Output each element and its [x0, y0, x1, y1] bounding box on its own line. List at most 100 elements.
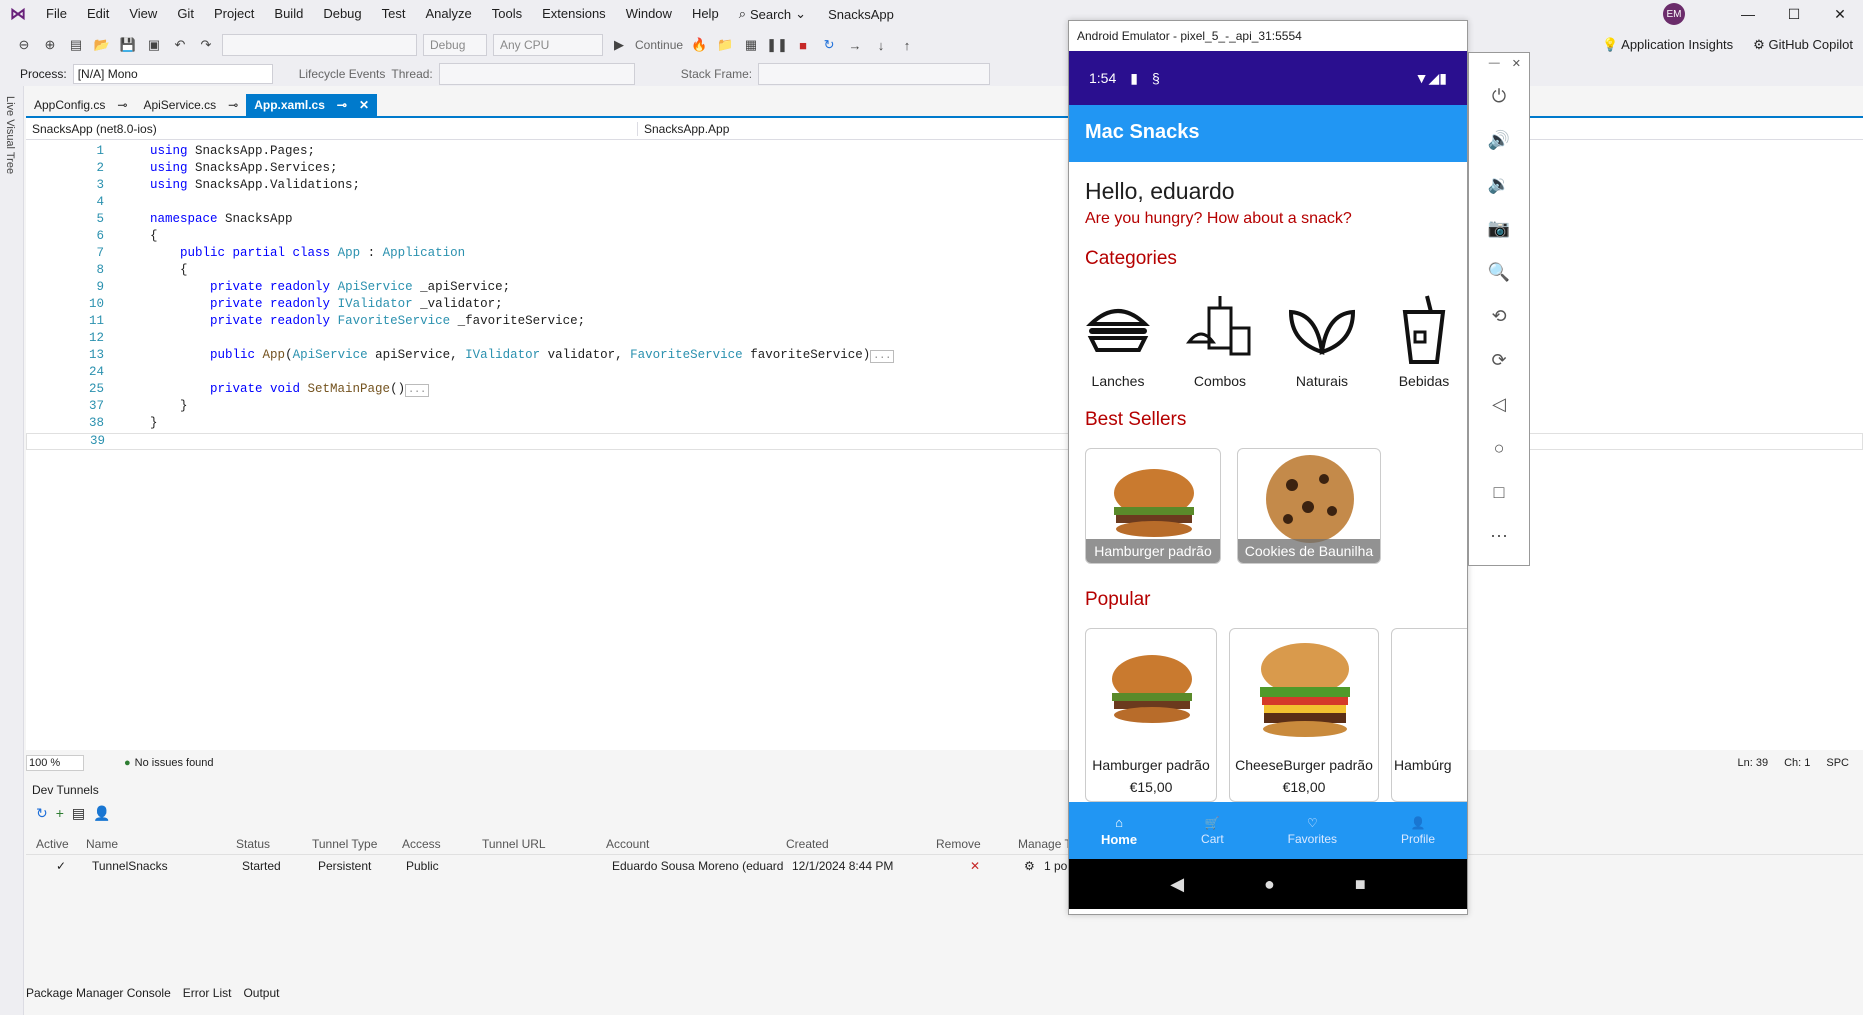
redo-icon[interactable]: ↷ — [196, 35, 216, 55]
stack-frame-dropdown[interactable] — [758, 63, 991, 85]
menu-analyze[interactable]: Analyze — [415, 0, 481, 28]
vs-logo-icon[interactable]: ⋈ — [0, 0, 36, 28]
nav-favorites[interactable]: ♡ Favorites — [1288, 816, 1337, 846]
tunnel-list-icon[interactable]: ▤ — [72, 805, 85, 827]
account-icon[interactable]: 👤 — [93, 805, 110, 827]
zoom-dropdown[interactable]: 100 % — [26, 755, 84, 771]
nav-home[interactable]: ⌂ Home — [1101, 815, 1137, 847]
pause-icon[interactable]: ❚❚ — [766, 35, 788, 55]
open-icon[interactable]: 📂 — [92, 35, 112, 55]
category-naturais[interactable]: Naturais — [1279, 292, 1365, 389]
zoom-icon[interactable]: 🔍 — [1469, 250, 1529, 294]
thread-dropdown[interactable] — [438, 63, 635, 85]
maximize-icon[interactable]: ☐ — [1771, 6, 1817, 23]
overview-icon[interactable]: □ — [1469, 470, 1529, 514]
restart-icon[interactable]: ↻ — [819, 35, 839, 55]
search-button[interactable]: ⌕ Search ⌄ — [729, 6, 816, 22]
layout-icon[interactable]: ▦ — [741, 35, 761, 55]
remove-icon[interactable]: ✕ — [970, 859, 980, 873]
minimize-icon[interactable]: — — [1725, 6, 1771, 22]
step-out-icon[interactable]: ↑ — [897, 35, 917, 55]
minimize-icon[interactable]: — — [1489, 57, 1500, 70]
save-all-icon[interactable]: ▣ — [144, 35, 164, 55]
menu-file[interactable]: File — [36, 0, 77, 28]
popular-card[interactable]: CheeseBurger padrão €18,00 — [1229, 628, 1379, 802]
menu-help[interactable]: Help — [682, 0, 729, 28]
live-visual-tree-tab[interactable]: Live Visual Tree — [4, 96, 16, 174]
volume-down-icon[interactable]: 🔉 — [1469, 162, 1529, 206]
forward-icon[interactable]: ⊕ — [40, 35, 60, 55]
save-icon[interactable]: 💾 — [118, 35, 138, 55]
back-icon[interactable]: ◁ — [1469, 382, 1529, 426]
menu-git[interactable]: Git — [167, 0, 204, 28]
app-insights-button[interactable]: 💡 Application Insights — [1602, 37, 1733, 53]
pin-icon[interactable]: ⊸ — [117, 98, 127, 112]
issues-status[interactable]: No issues found — [135, 757, 214, 769]
new-item-icon[interactable]: ▤ — [66, 35, 86, 55]
lifecycle-events-button[interactable]: Lifecycle Events — [299, 67, 386, 81]
tab-package-manager-console[interactable]: Package Manager Console — [26, 986, 171, 1006]
rotate-left-icon[interactable]: ⟲ — [1469, 294, 1529, 338]
more-icon[interactable]: ⋯ — [1469, 514, 1529, 558]
menu-debug[interactable]: Debug — [313, 0, 371, 28]
menu-window[interactable]: Window — [616, 0, 682, 28]
popular-card[interactable]: Hambúrg — [1391, 628, 1467, 802]
close-icon[interactable]: ✕ — [359, 98, 369, 112]
table-row[interactable]: ✓ TunnelSnacks Started Persistent Public… — [26, 855, 1863, 877]
tab-apiservice[interactable]: ApiService.cs ⊸ — [135, 94, 246, 116]
category-lanches[interactable]: Lanches — [1075, 292, 1161, 389]
step-over-icon[interactable]: → — [845, 35, 865, 55]
menu-project[interactable]: Project — [204, 0, 264, 28]
project-dropdown[interactable]: SnacksApp (net8.0-ios) — [26, 121, 638, 136]
close-icon[interactable]: ✕ — [1817, 6, 1863, 23]
solution-config-dropdown[interactable] — [222, 34, 417, 56]
close-icon[interactable]: ✕ — [1512, 57, 1521, 70]
popular-card[interactable]: Hamburger padrão €15,00 — [1085, 628, 1217, 802]
column-header: Account — [606, 837, 650, 851]
category-combos[interactable]: Combos — [1177, 292, 1263, 389]
continue-button[interactable]: Continue — [635, 38, 683, 52]
power-icon[interactable]: ⏻ — [1469, 74, 1529, 118]
refresh-icon[interactable]: ↻ — [36, 805, 48, 827]
category-bebidas[interactable]: Bebidas — [1381, 292, 1467, 389]
process-dropdown[interactable]: [N/A] Mono — [72, 64, 273, 84]
menu-extensions[interactable]: Extensions — [532, 0, 616, 28]
rotate-right-icon[interactable]: ⟳ — [1469, 338, 1529, 382]
copilot-button[interactable]: ⚙ GitHub Copilot — [1753, 37, 1853, 53]
tab-error-list[interactable]: Error List — [183, 986, 232, 1006]
gear-icon[interactable]: ⚙ — [1024, 859, 1035, 873]
volume-up-icon[interactable]: 🔊 — [1469, 118, 1529, 162]
stop-icon[interactable]: ■ — [793, 35, 813, 55]
pin-icon[interactable]: ⊸ — [337, 98, 347, 112]
menu-edit[interactable]: Edit — [77, 0, 119, 28]
play-icon[interactable]: ▶ — [609, 35, 629, 55]
home-icon[interactable]: ○ — [1469, 426, 1529, 470]
tab-appconfig[interactable]: AppConfig.cs ⊸ — [26, 94, 135, 116]
hot-reload-icon[interactable]: 🔥 — [689, 35, 709, 55]
add-icon[interactable]: + — [56, 805, 64, 827]
pin-icon[interactable]: ⊸ — [228, 98, 238, 112]
back-triangle-icon[interactable]: ◀ — [1170, 874, 1184, 895]
tab-output[interactable]: Output — [243, 986, 279, 1006]
recents-square-icon[interactable]: ■ — [1355, 874, 1366, 895]
menu-build[interactable]: Build — [264, 0, 313, 28]
config-dropdown[interactable]: Debug — [423, 34, 487, 56]
nav-cart[interactable]: 🛒 Cart — [1201, 816, 1224, 846]
best-seller-card[interactable]: Cookies de Baunilha — [1237, 448, 1381, 564]
code-editor[interactable]: 1 using SnacksApp.Pages; 2 using SnacksApp… — [26, 140, 1863, 750]
platform-dropdown[interactable]: Any CPU — [493, 34, 603, 56]
menu-tools[interactable]: Tools — [482, 0, 532, 28]
camera-icon[interactable]: 📷 — [1469, 206, 1529, 250]
nav-profile[interactable]: 👤 Profile — [1401, 816, 1435, 846]
tab-app-xaml-cs[interactable]: App.xaml.cs ⊸ ✕ — [246, 94, 378, 116]
step-into-icon[interactable]: ↓ — [871, 35, 891, 55]
menu-view[interactable]: View — [119, 0, 167, 28]
home-circle-icon[interactable]: ● — [1264, 874, 1275, 895]
best-seller-card[interactable]: Hamburger padrão — [1085, 448, 1221, 564]
undo-icon[interactable]: ↶ — [170, 35, 190, 55]
avatar[interactable]: EM — [1663, 3, 1685, 25]
menu-test[interactable]: Test — [372, 0, 416, 28]
browse-icon[interactable]: 📁 — [715, 35, 735, 55]
manage-link[interactable]: 1 po — [1044, 859, 1067, 873]
back-icon[interactable]: ⊖ — [14, 35, 34, 55]
